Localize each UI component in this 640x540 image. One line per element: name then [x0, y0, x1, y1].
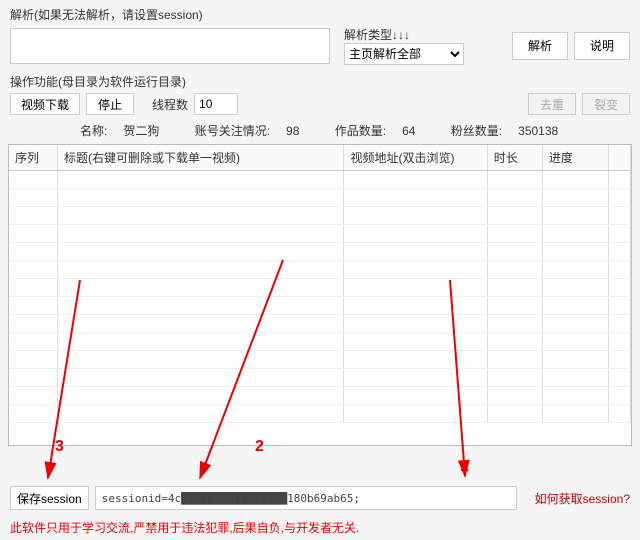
help-button[interactable]: 说明: [574, 32, 630, 60]
session-input[interactable]: [95, 486, 517, 510]
thread-input[interactable]: [194, 93, 238, 115]
parse-type-select[interactable]: 主页解析全部: [344, 43, 464, 65]
parse-input[interactable]: [10, 28, 330, 64]
table-row[interactable]: [9, 297, 631, 315]
table-row[interactable]: [9, 189, 631, 207]
table-row[interactable]: [9, 333, 631, 351]
dedup-button[interactable]: 去重: [528, 93, 576, 115]
table-row[interactable]: [9, 405, 631, 423]
save-session-button[interactable]: 保存session: [10, 486, 89, 510]
col-title[interactable]: 标题(右键可删除或下载单一视频): [57, 145, 344, 171]
anno-1: 1: [460, 458, 469, 476]
col-spacer: [608, 145, 630, 171]
table-row[interactable]: [9, 243, 631, 261]
table-row[interactable]: [9, 351, 631, 369]
table-row[interactable]: [9, 315, 631, 333]
col-dur[interactable]: 时长: [487, 145, 542, 171]
download-button[interactable]: 视频下载: [10, 93, 80, 115]
info-line: 名称:贺二狗 账号关注情况:98 作品数量:64 粉丝数量:350138: [0, 117, 640, 144]
col-url[interactable]: 视频地址(双击浏览): [344, 145, 487, 171]
parse-section-label: 解析(如果无法解析，请设置session): [10, 6, 203, 23]
parse-button[interactable]: 解析: [512, 32, 568, 60]
parse-type-label: 解析类型↓↓↓: [344, 26, 464, 43]
table-row[interactable]: [9, 225, 631, 243]
disclaimer-text: 此软件只用于学习交流,严禁用于违法犯罪,后果自负,与开发者无关.: [0, 519, 640, 536]
table-row[interactable]: [9, 261, 631, 279]
table-row[interactable]: [9, 387, 631, 405]
how-get-session-link[interactable]: 如何获取session?: [535, 490, 630, 507]
table-row[interactable]: [9, 369, 631, 387]
video-table[interactable]: 序列 标题(右键可删除或下载单一视频) 视频地址(双击浏览) 时长 进度: [8, 144, 632, 446]
col-seq[interactable]: 序列: [9, 145, 57, 171]
col-prog[interactable]: 进度: [542, 145, 608, 171]
table-row[interactable]: [9, 279, 631, 297]
thread-label: 线程数: [152, 96, 188, 113]
table-row[interactable]: [9, 207, 631, 225]
split-button[interactable]: 裂变: [582, 93, 630, 115]
table-row[interactable]: [9, 171, 631, 189]
ops-section-label: 操作功能(母目录为软件运行目录): [10, 73, 186, 90]
stop-button[interactable]: 停止: [86, 93, 134, 115]
